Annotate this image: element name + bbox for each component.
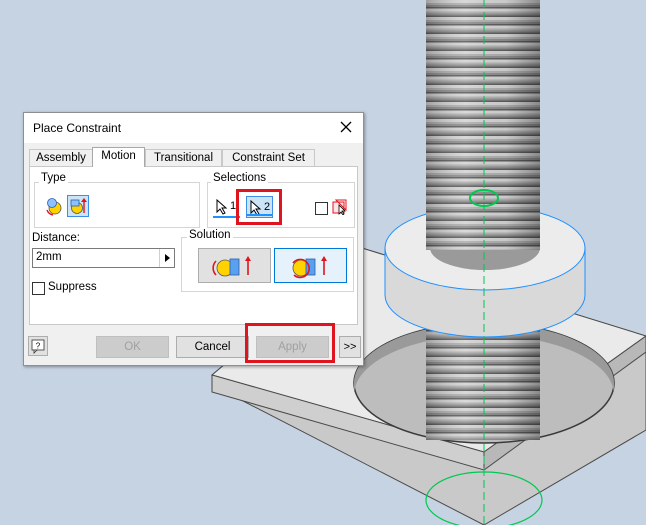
backward-solution-button[interactable]	[274, 248, 347, 283]
forward-solution-icon	[212, 256, 251, 277]
tab-assembly[interactable]: Assembly	[29, 149, 93, 166]
rotation-icon[interactable]	[43, 195, 65, 217]
dialog-title: Place Constraint	[33, 121, 122, 135]
svg-text:?: ?	[36, 342, 41, 351]
highlight-selection-2	[236, 189, 282, 225]
tab-transitional[interactable]: Transitional	[145, 149, 222, 166]
pick-part-first-checkbox[interactable]	[315, 202, 328, 215]
pick-part-first-icon	[332, 199, 347, 215]
suppress-label: Suppress	[48, 281, 97, 293]
dialog-titlebar: Place Constraint	[24, 113, 363, 143]
distance-value: 2mm	[36, 251, 62, 263]
suppress-checkbox[interactable]	[32, 282, 45, 295]
close-icon[interactable]	[337, 118, 355, 136]
threaded-rod-upper	[426, 0, 540, 250]
tab-constraint-set[interactable]: Constraint Set	[222, 149, 315, 166]
ok-button[interactable]: OK	[96, 336, 169, 358]
distance-input[interactable]: 2mm	[32, 248, 175, 268]
more-button[interactable]: >>	[339, 336, 361, 358]
place-constraint-dialog: Place Constraint Assembly Motion Transit…	[23, 112, 364, 366]
forward-solution-button[interactable]	[198, 248, 271, 283]
dropdown-arrow-icon[interactable]	[159, 249, 174, 267]
select-first-icon	[216, 199, 228, 215]
cancel-button[interactable]: Cancel	[176, 336, 249, 358]
help-icon[interactable]: ?	[28, 336, 48, 356]
rotation-translation-icon[interactable]	[67, 195, 89, 217]
tab-motion[interactable]: Motion	[92, 147, 145, 167]
distance-label: Distance:	[32, 232, 80, 244]
selections-label: Selections	[211, 172, 269, 184]
type-label: Type	[39, 172, 68, 184]
solution-label: Solution	[187, 229, 233, 241]
backward-solution-icon	[292, 256, 327, 279]
highlight-apply	[245, 323, 335, 363]
